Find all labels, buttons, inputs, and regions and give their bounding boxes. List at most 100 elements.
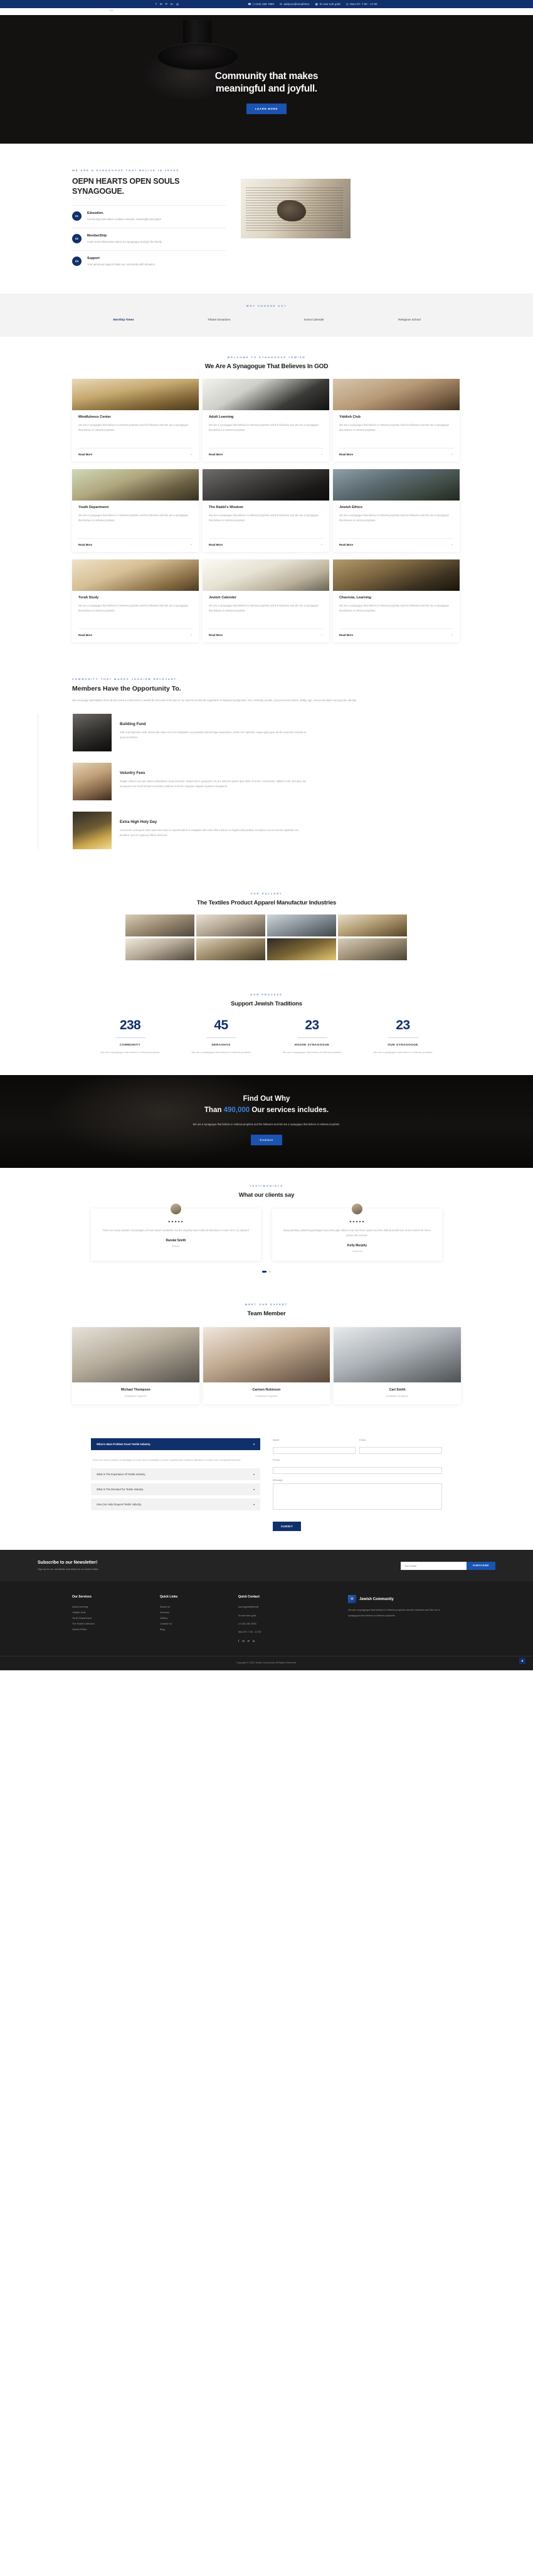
footer-link[interactable]: Services (160, 1610, 219, 1616)
service-card-image (72, 559, 199, 591)
cta-title: Find Out Why Than 490,000 Our services i… (0, 1094, 533, 1116)
service-card[interactable]: Jewish Calender We are a synagogue that b… (203, 559, 329, 643)
team-member-photo (72, 1327, 199, 1383)
topbar-email[interactable]: ✉ addyour@emailhere (280, 3, 310, 6)
service-read-more-link[interactable]: Read More → (339, 628, 453, 637)
message-label: Message (273, 1478, 283, 1482)
gallery-tile[interactable] (125, 914, 194, 936)
faq-accordion-header[interactable]: What Is The Demand For Textile Industry.… (91, 1483, 260, 1496)
footer-link[interactable]: Jewish Ethics (72, 1627, 141, 1633)
tab-tribute-donations[interactable]: Tribute Donations (171, 316, 266, 323)
twitter-icon[interactable]: ✉ (160, 3, 162, 6)
gallery-tile[interactable] (267, 938, 336, 960)
name-input[interactable] (273, 1447, 356, 1455)
service-read-more-link[interactable]: Read More → (78, 448, 193, 456)
twitter-icon[interactable]: ✉ (242, 1640, 245, 1643)
read-more-label: Read More (339, 452, 353, 456)
arrow-right-icon: → (189, 543, 193, 547)
linkedin-icon[interactable]: in (253, 1640, 255, 1643)
gallery-tile[interactable] (196, 938, 265, 960)
gallery-tile[interactable] (338, 914, 407, 936)
tab-worship-times[interactable]: WorShip Times (76, 316, 171, 323)
service-read-more-link[interactable]: Read More → (209, 628, 323, 637)
faq-accordion-header[interactable]: What Is The Importance Of Textile Indust… (91, 1468, 260, 1481)
newsletter-subscribe-button[interactable]: SUBSCRIBE (467, 1561, 495, 1570)
footer-link[interactable]: Adult Learning (72, 1604, 141, 1610)
tab-event-calender[interactable]: Event Calender (266, 316, 362, 323)
pinterest-icon[interactable]: P (248, 1640, 250, 1643)
service-card-image (203, 559, 329, 591)
faq-accordion-header[interactable]: What Is Main Problem Facet Textile Indus… (91, 1438, 260, 1451)
footer-link[interactable]: Blog (160, 1627, 219, 1633)
feature-number-badge: 03 (72, 256, 82, 266)
gallery-heading: OUR GALLERY The Textiles Product Apparel… (0, 892, 533, 906)
linkedin-icon[interactable]: in (171, 3, 173, 6)
service-card[interactable]: Adult Learning We are a synagogue that be… (203, 379, 329, 462)
service-read-more-link[interactable]: Read More → (339, 538, 453, 546)
facebook-icon[interactable]: f (238, 1640, 239, 1643)
faq-question: What Is The Importance Of Textile Indust… (97, 1473, 146, 1476)
team-member-card[interactable]: Michael Thompson Installation Engineer (72, 1327, 199, 1405)
team-member-card[interactable]: Carmen Robinson Installation Engineer (203, 1327, 330, 1405)
service-read-more-link[interactable]: Read More → (209, 538, 323, 546)
faq-accordion-header[interactable]: How Can Help Request Textile Industry. ▾ (91, 1498, 260, 1511)
footer-link[interactable]: Youth Department (72, 1616, 141, 1621)
dot-2[interactable] (269, 1271, 271, 1273)
service-card-text: We are a synagogue that belives in Hebre… (209, 514, 319, 522)
gallery-tile[interactable] (267, 914, 336, 936)
map-pin-icon: ▦ (315, 2, 319, 6)
email-input[interactable] (359, 1447, 442, 1455)
back-to-top-button[interactable]: ▲ (519, 1658, 525, 1665)
footer-phone[interactable]: (+123) 456 7890 (238, 1621, 329, 1626)
footer-brand-name: Jewish Community (359, 1597, 394, 1601)
brand-logo[interactable]: \\\ (110, 9, 113, 12)
hero-learn-more-button[interactable]: LEARN MORE (246, 103, 287, 115)
footer-link[interactable]: Yiddish Club (72, 1610, 141, 1616)
gallery-tile[interactable] (338, 938, 407, 960)
service-card[interactable]: Yiddish Club We are a synagogue that beli… (333, 379, 460, 462)
service-card[interactable]: Mindfulness Center We are a synagogue tha… (72, 379, 199, 462)
footer-brand[interactable]: ✡ Jewish Community (348, 1595, 442, 1604)
why-choose-us-tabs: WorShip Times Tribute Donations Event Ca… (0, 316, 533, 323)
gallery-tile[interactable] (196, 914, 265, 936)
service-read-more-link[interactable]: Read More → (78, 628, 193, 637)
opportunity-item-title: Extra High Holy Day (120, 819, 157, 824)
footer-link[interactable]: Gallery (160, 1616, 219, 1621)
dribbble-icon[interactable]: ◎ (176, 3, 179, 6)
dot-1[interactable] (262, 1271, 266, 1273)
service-card-image (333, 559, 460, 591)
phone-input[interactable] (273, 1467, 442, 1475)
about-image-column (241, 169, 495, 272)
service-read-more-link[interactable]: Read More → (78, 538, 193, 546)
service-read-more-link[interactable]: Read More → (339, 448, 453, 456)
service-card[interactable]: Chavruta, Learning We are a synagogue tha… (333, 559, 460, 643)
read-more-label: Read More (339, 633, 353, 637)
pinterest-icon[interactable]: P (166, 3, 167, 6)
tab-relegious-school[interactable]: Relegious School (362, 316, 457, 323)
team-member-card[interactable]: Carl Smith Installation Engineer (334, 1327, 462, 1405)
topbar-phone[interactable]: ☎ (+123) 456 7890 (248, 3, 274, 6)
message-field-group: Message (273, 1478, 442, 1513)
cta-contact-button[interactable]: Contact (251, 1134, 282, 1145)
service-card-title: Mindfulness Center (78, 415, 111, 420)
service-card[interactable]: The Rabbi's Wisdom We are a synagogue tha… (203, 469, 329, 553)
footer-link[interactable]: Contact Us (160, 1621, 219, 1627)
submit-button[interactable]: SUBMIT (273, 1522, 302, 1532)
footer-email[interactable]: youregmail@email (238, 1604, 329, 1609)
newsletter-email-input[interactable] (401, 1561, 467, 1570)
footer-link[interactable]: About Us (160, 1604, 219, 1610)
service-card-text: We are a synagogue that belives in Hebre… (209, 423, 319, 432)
gallery-section: OUR GALLERY The Textiles Product Apparel… (0, 877, 533, 977)
message-textarea[interactable] (273, 1483, 442, 1510)
footer-link[interactable]: The Rabbi's Wisdom (72, 1621, 141, 1627)
topbar-email-text: addyour@emailhere (283, 3, 310, 6)
service-card[interactable]: Youth Department We are a synagogue that … (72, 469, 199, 553)
service-card[interactable]: Jewish Ethics We are a synagogue that bel… (333, 469, 460, 553)
stat-sublabel: We are a synagogue that belives in Hebre… (282, 1050, 342, 1054)
gallery-tile[interactable] (125, 938, 194, 960)
testimonial-pagination-dots[interactable] (0, 1271, 533, 1273)
service-card[interactable]: Torah Study We are a synagogue that beliv… (72, 559, 199, 643)
service-read-more-link[interactable]: Read More → (209, 448, 323, 456)
service-card-title: Jewish Ethics (339, 506, 362, 510)
cta-highlight-number: 490,000 (223, 1106, 250, 1114)
